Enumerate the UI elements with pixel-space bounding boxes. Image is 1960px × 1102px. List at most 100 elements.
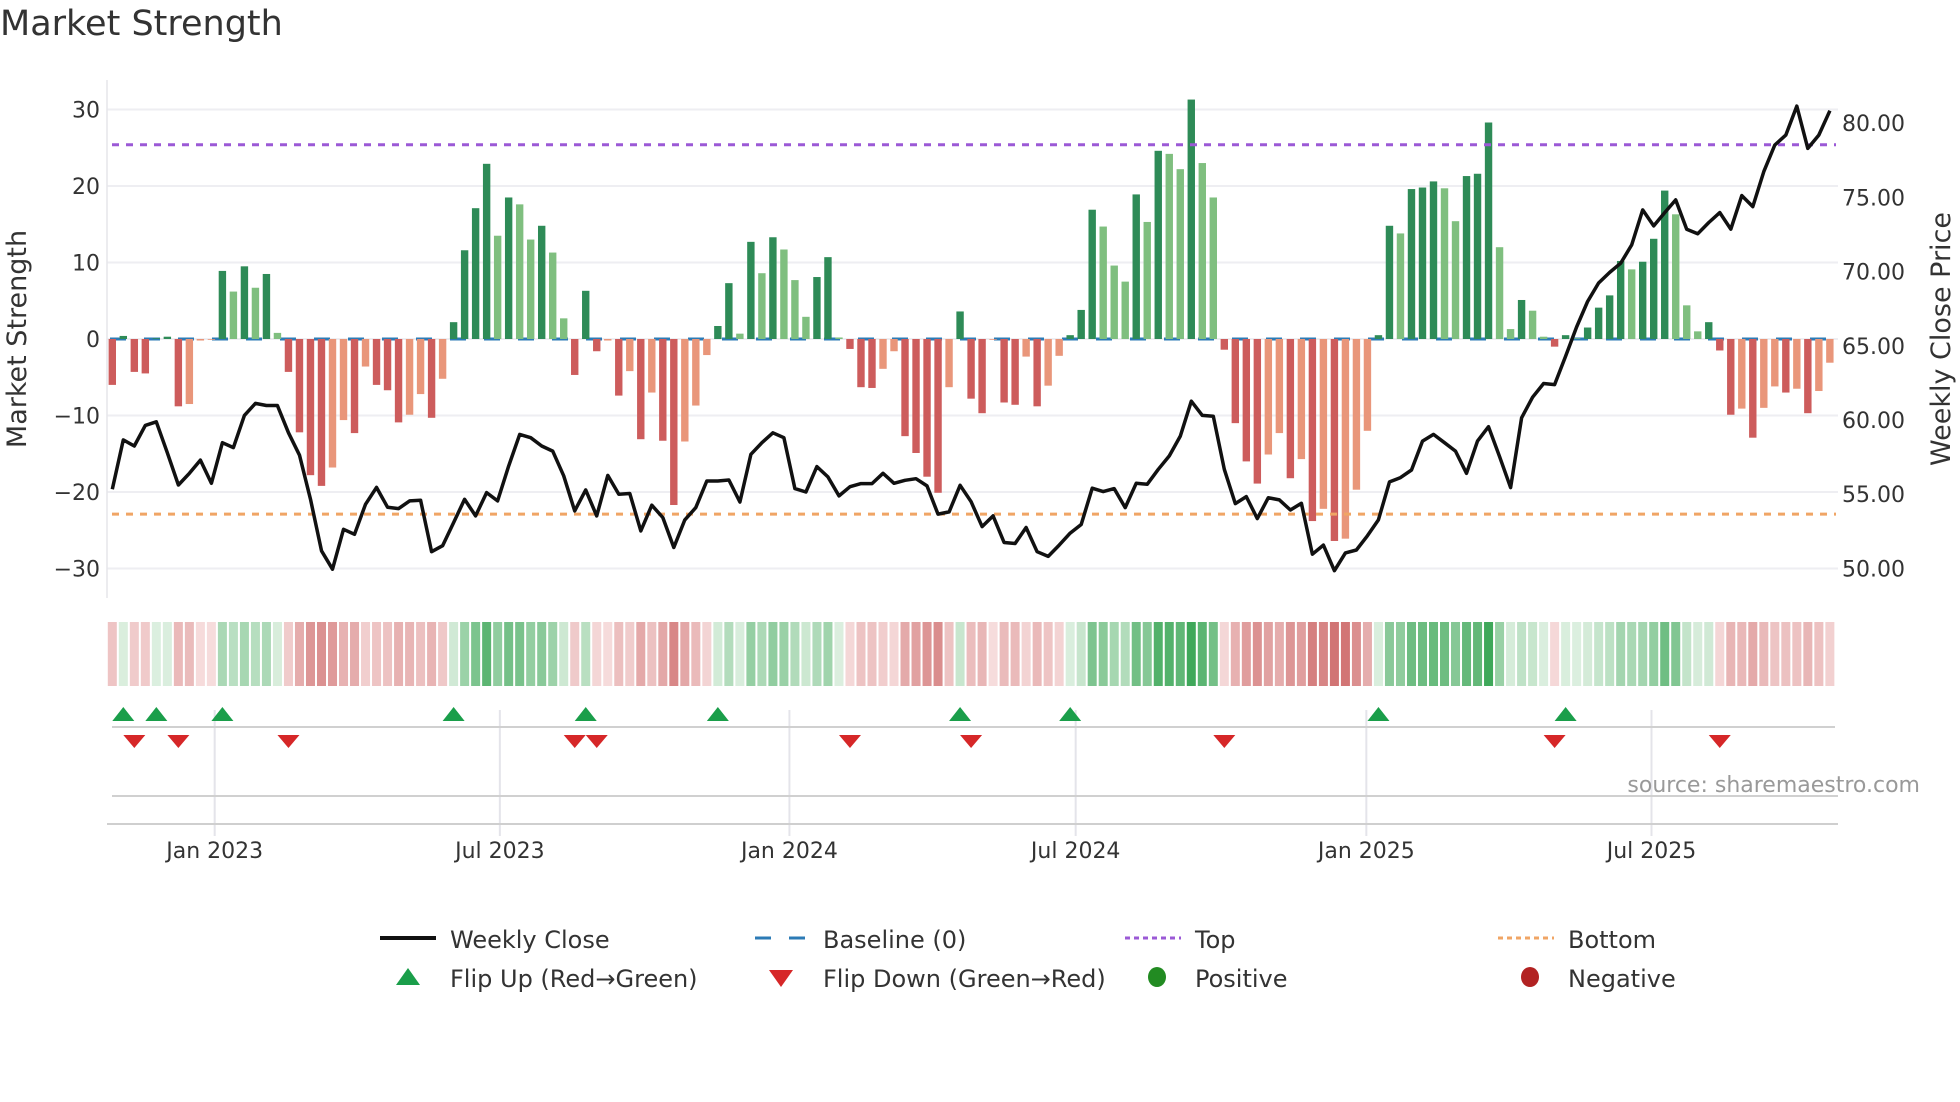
negative-bar	[1022, 339, 1030, 357]
positive-bar	[1121, 281, 1129, 339]
positive-bar	[152, 338, 161, 339]
heat-cell	[1748, 622, 1758, 686]
legend-bottom[interactable]: Bottom	[1496, 926, 1656, 954]
heat-cell	[1395, 622, 1405, 686]
positive-bar	[780, 249, 788, 339]
strength-bars	[108, 99, 1834, 541]
positive-bar	[1594, 307, 1603, 339]
negative-bar	[967, 339, 975, 399]
negative-bar	[185, 339, 194, 405]
flip-down-marker	[1543, 735, 1566, 748]
negative-bar	[1749, 339, 1757, 438]
negative-bar	[1804, 339, 1812, 414]
positive-bar	[802, 316, 810, 339]
legend-flip-up[interactable]: Flip Up (Red→Green)	[378, 965, 698, 993]
heat-cell	[1726, 622, 1736, 686]
negative-bar	[1264, 339, 1273, 455]
heat-cell	[1076, 622, 1086, 686]
negative-bar	[1033, 339, 1041, 407]
heat-cell	[1440, 622, 1450, 686]
legend-label: Flip Down (Green→Red)	[823, 965, 1106, 993]
heat-cell	[603, 622, 613, 686]
y-tick-label: −20	[54, 481, 100, 506]
legend-positive[interactable]: Positive	[1123, 965, 1288, 993]
x-tick-label: Jan 2023	[164, 839, 263, 864]
heat-cell	[526, 622, 536, 686]
negative-bar	[912, 339, 920, 453]
positive-bar	[1694, 331, 1702, 339]
heat-cell	[1406, 622, 1416, 686]
positive-bar	[218, 270, 227, 339]
positive-bar	[240, 266, 249, 339]
heat-cell	[1605, 622, 1615, 686]
heat-cell	[162, 622, 172, 686]
negative-bar	[945, 339, 953, 388]
flip-down-marker	[1708, 735, 1731, 748]
positive-bar	[1517, 299, 1526, 339]
legend-weekly-close[interactable]: Weekly Close	[378, 926, 610, 954]
positive-bar	[758, 273, 766, 339]
positive-bar	[1088, 209, 1096, 339]
heat-cell	[1197, 622, 1207, 686]
negative-bar	[207, 339, 216, 340]
heat-cell	[1528, 622, 1538, 686]
flip-down-marker	[167, 735, 190, 748]
positive-bar	[1429, 181, 1438, 339]
heat-cell	[1462, 622, 1472, 686]
heat-cell	[1638, 622, 1648, 686]
heat-cell	[173, 622, 183, 686]
negative-bar	[604, 339, 612, 341]
x-axis-ticks: Jan 2023 Jul 2023 Jan 2024 Jul 2024 Jan 2025…	[164, 839, 1696, 864]
x-tick-label: Jul 2023	[453, 839, 545, 864]
heat-cell	[1495, 622, 1505, 686]
heat-cell	[405, 622, 415, 686]
negative-bar	[1738, 339, 1746, 409]
x-tick-label: Jul 2024	[1029, 839, 1121, 864]
heat-cell	[944, 622, 954, 686]
flip-up-marker	[112, 707, 135, 721]
legend-baseline[interactable]: Baseline (0)	[751, 926, 966, 954]
positive-bar	[229, 291, 238, 339]
heat-cell	[1715, 622, 1725, 686]
positive-bar	[526, 239, 535, 339]
positive-bar	[471, 208, 480, 339]
positive-bar	[956, 311, 964, 339]
heat-cell	[812, 622, 822, 686]
positive-bar	[1583, 327, 1592, 339]
legend-label: Weekly Close	[450, 926, 610, 954]
negative-bar	[1341, 339, 1350, 539]
negative-bar	[703, 339, 711, 356]
negative-bar	[989, 339, 997, 340]
heat-cell	[118, 622, 128, 686]
flip-down-marker	[123, 735, 146, 748]
heat-cell	[1737, 622, 1747, 686]
legend-label: Flip Up (Red→Green)	[450, 965, 698, 993]
heat-cell	[140, 622, 150, 686]
heat-cell	[1120, 622, 1130, 686]
heat-cell	[735, 622, 745, 686]
y-tick-label: 10	[72, 252, 100, 277]
positive-bar	[725, 283, 733, 339]
positive-bar	[515, 204, 524, 339]
positive-bar	[1110, 265, 1118, 339]
heat-cell	[1010, 622, 1020, 686]
heat-cell	[746, 622, 756, 686]
positive-bar	[560, 318, 568, 339]
heat-cell	[1550, 622, 1560, 686]
heat-cell	[1770, 622, 1780, 686]
legend-negative[interactable]: Negative	[1496, 965, 1676, 993]
heat-cell	[889, 622, 899, 686]
heat-cell	[900, 622, 910, 686]
heat-cell	[283, 622, 293, 686]
heat-cell	[966, 622, 976, 686]
negative-bar	[879, 339, 887, 369]
heat-cell	[1208, 622, 1218, 686]
negative-bar	[196, 339, 205, 341]
legend-flip-down[interactable]: Flip Down (Green→Red)	[751, 965, 1106, 993]
negative-bar	[692, 339, 700, 406]
positive-bar	[1506, 329, 1515, 339]
legend-top[interactable]: Top	[1123, 926, 1236, 954]
positive-bar	[582, 290, 590, 339]
heat-cell	[625, 622, 635, 686]
negative-bar	[1011, 339, 1019, 405]
